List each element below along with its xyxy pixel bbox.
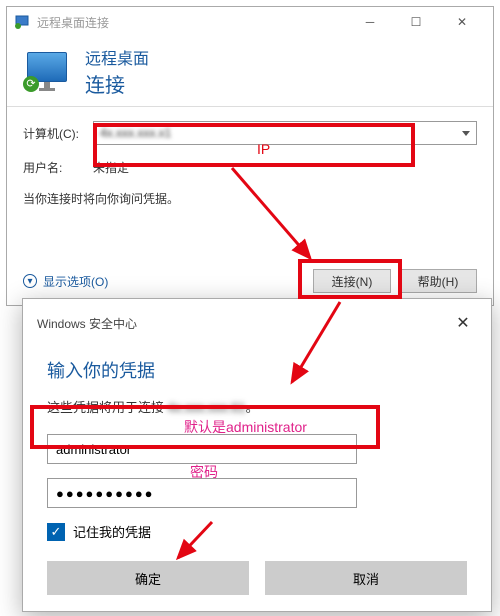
header-title: 远程桌面 <box>85 45 149 69</box>
header-banner: ⟳ 远程桌面 连接 <box>7 37 493 107</box>
dialog-heading: 输入你的凭据 <box>47 357 467 383</box>
dialog-title: Windows 安全中心 <box>37 315 449 332</box>
window-controls: ─ ☐ ✕ <box>347 7 485 37</box>
username-value: 未指定 <box>93 159 129 176</box>
dialog-titlebar: Windows 安全中心 ✕ <box>23 299 491 337</box>
chevron-down-icon: ▾ <box>23 274 37 288</box>
computer-label: 计算机(C): <box>23 125 93 142</box>
window-title: 远程桌面连接 <box>37 14 347 31</box>
show-options-link[interactable]: ▾ 显示选项(O) <box>23 273 108 290</box>
minimize-button[interactable]: ─ <box>347 7 393 37</box>
computer-value: 4x.xxx.xxx.x1 <box>100 126 462 140</box>
form-body: 计算机(C): 4x.xxx.xxx.x1 用户名: 未指定 当你连接时将向你询… <box>7 107 493 221</box>
computer-combobox[interactable]: 4x.xxx.xxx.x1 <box>93 121 477 145</box>
maximize-button[interactable]: ☐ <box>393 7 439 37</box>
connect-button[interactable]: 连接(N) <box>313 269 391 293</box>
ok-button[interactable]: 确定 <box>47 561 249 595</box>
credentials-dialog: Windows 安全中心 ✕ 输入你的凭据 这些凭据将用于连接 4x.xxx.x… <box>22 298 492 612</box>
username-input[interactable]: administrator <box>47 434 357 464</box>
show-options-label: 显示选项(O) <box>43 273 108 290</box>
rdp-main-window: 远程桌面连接 ─ ☐ ✕ ⟳ 远程桌面 连接 计算机(C): 4x.xxx.xx… <box>6 6 494 306</box>
checkbox-checked-icon: ✓ <box>47 523 65 541</box>
chevron-down-icon <box>462 131 470 136</box>
cancel-button[interactable]: 取消 <box>265 561 467 595</box>
header-subtitle: 连接 <box>85 69 149 98</box>
credential-hint: 当你连接时将向你询问凭据。 <box>23 190 477 207</box>
remember-label: 记住我的凭据 <box>73 522 151 541</box>
rdp-icon <box>15 14 31 30</box>
help-button[interactable]: 帮助(H) <box>399 269 477 293</box>
remember-checkbox-row[interactable]: ✓ 记住我的凭据 <box>47 522 467 541</box>
username-label: 用户名: <box>23 159 93 176</box>
dialog-description: 这些凭据将用于连接 4x.xxx.xxx.61。 <box>47 397 467 416</box>
close-button[interactable]: ✕ <box>449 309 477 337</box>
titlebar: 远程桌面连接 ─ ☐ ✕ <box>7 7 493 37</box>
password-input[interactable]: ●●●●●●●●●● <box>47 478 357 508</box>
close-button[interactable]: ✕ <box>439 7 485 37</box>
rdp-large-icon: ⟳ <box>23 48 71 96</box>
